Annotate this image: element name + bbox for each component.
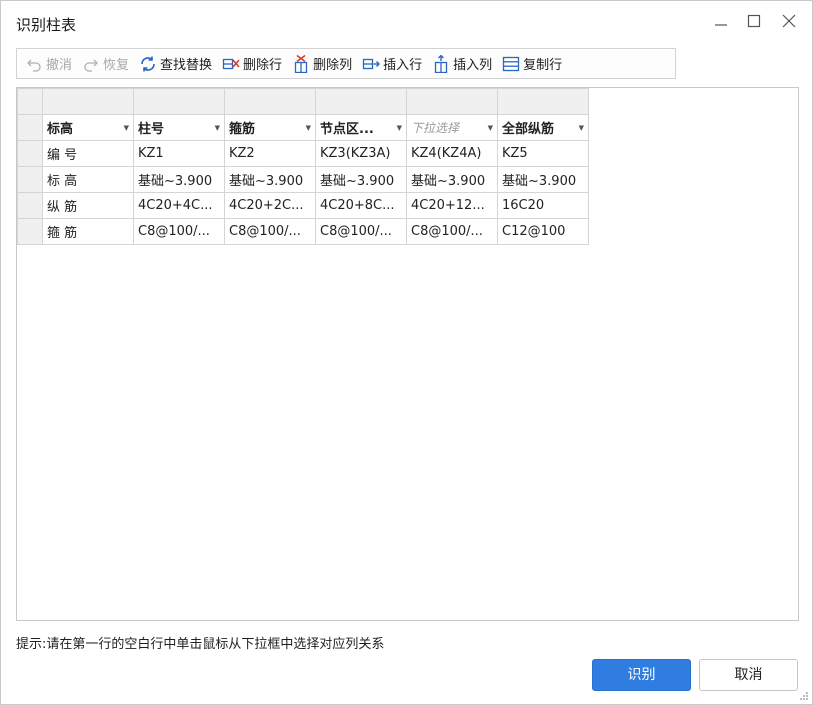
column-table: 标高 ▼ 柱号 ▼ 箍筋 ▼ 节点区... ▼ 下拉选择 ▼ 全部纵筋 ▼ 编 号 KZ1 … xyxy=(17,88,589,245)
insert-row-label: 插入行 xyxy=(383,58,423,73)
table-cell[interactable]: 4C20+4C... xyxy=(133,192,225,219)
dropdown-arrow-icon: ▼ xyxy=(396,123,402,132)
dropdown-placeholder: 下拉选择 xyxy=(411,121,460,135)
column-mapping-dropdown[interactable]: 箍筋 ▼ xyxy=(224,114,316,141)
table-cell[interactable]: C8@100/... xyxy=(224,218,316,245)
table-cell[interactable]: C8@100/... xyxy=(133,218,225,245)
hint-text: 提示:请在第一行的空白行中单击鼠标从下拉框中选择对应列关系 xyxy=(16,637,385,652)
header-spacer-cell xyxy=(497,88,589,115)
table-row: 编 号 KZ1 KZ2 KZ3(KZ3A) KZ4(KZ4A) KZ5 xyxy=(17,140,589,167)
table-cell[interactable]: 4C20+2C... xyxy=(224,192,316,219)
undo-label: 撤消 xyxy=(46,58,73,73)
find-replace-icon xyxy=(139,55,157,73)
cancel-button[interactable]: 取消 xyxy=(699,659,798,691)
grid-area[interactable]: 标高 ▼ 柱号 ▼ 箍筋 ▼ 节点区... ▼ 下拉选择 ▼ 全部纵筋 ▼ 编 号 KZ1 … xyxy=(16,87,799,621)
row-header-cell[interactable] xyxy=(17,140,43,167)
table-cell[interactable]: 箍 筋 xyxy=(42,218,134,245)
dropdown-arrow-icon: ▼ xyxy=(123,123,129,132)
table-cell[interactable]: KZ5 xyxy=(497,140,589,167)
column-mapping-dropdown[interactable]: 全部纵筋 ▼ xyxy=(497,114,589,141)
insert-col-button[interactable]: 插入列 xyxy=(430,51,497,76)
find-replace-button[interactable]: 查找替换 xyxy=(137,51,217,76)
dropdown-arrow-icon: ▼ xyxy=(305,123,311,132)
toolbar: 撤消 恢复 查找替换 删除行 删除列 插入行 插入列 复制行 xyxy=(16,48,676,79)
table-cell[interactable]: 标 高 xyxy=(42,166,134,193)
table-cell[interactable]: 4C20+12... xyxy=(406,192,498,219)
mapping-row: 标高 ▼ 柱号 ▼ 箍筋 ▼ 节点区... ▼ 下拉选择 ▼ 全部纵筋 ▼ xyxy=(17,114,589,141)
table-cell[interactable]: KZ3(KZ3A) xyxy=(315,140,407,167)
find-replace-label: 查找替换 xyxy=(160,58,213,73)
maximize-icon[interactable] xyxy=(742,11,766,35)
table-cell[interactable]: 基础~3.900 xyxy=(224,166,316,193)
title-bar[interactable]: 识别柱表 xyxy=(1,1,812,45)
row-header-cell[interactable] xyxy=(17,166,43,193)
corner-cell xyxy=(17,88,43,115)
table-row: 标 高 基础~3.900 基础~3.900 基础~3.900 基础~3.900 … xyxy=(17,166,589,193)
table-cell[interactable]: KZ1 xyxy=(133,140,225,167)
table-cell[interactable]: KZ4(KZ4A) xyxy=(406,140,498,167)
delete-col-icon xyxy=(292,54,310,73)
redo-icon xyxy=(82,55,100,73)
redo-label: 恢复 xyxy=(103,58,130,73)
undo-icon xyxy=(25,55,43,73)
column-mapping-dropdown[interactable]: 节点区... ▼ xyxy=(315,114,407,141)
table-cell[interactable]: C12@100 xyxy=(497,218,589,245)
row-header-cell[interactable] xyxy=(17,114,43,141)
table-cell[interactable]: 4C20+8C... xyxy=(315,192,407,219)
header-spacer-cell xyxy=(224,88,316,115)
header-spacer-cell xyxy=(133,88,225,115)
dropdown-arrow-icon: ▼ xyxy=(487,123,493,132)
row-header-cell[interactable] xyxy=(17,218,43,245)
dropdown-arrow-icon: ▼ xyxy=(578,123,584,132)
close-icon[interactable] xyxy=(777,11,801,35)
delete-row-label: 删除行 xyxy=(243,58,283,73)
table-row: 箍 筋 C8@100/... C8@100/... C8@100/... C8@… xyxy=(17,218,589,245)
insert-col-label: 插入列 xyxy=(453,58,493,73)
undo-button[interactable]: 撤消 xyxy=(23,51,77,76)
insert-col-icon xyxy=(432,54,450,73)
dropdown-arrow-icon: ▼ xyxy=(214,123,220,132)
delete-row-icon xyxy=(222,55,240,73)
dialog-title: 识别柱表 xyxy=(16,16,77,34)
table-row: 纵 筋 4C20+4C... 4C20+2C... 4C20+8C... 4C2… xyxy=(17,192,589,219)
row-header-cell[interactable] xyxy=(17,192,43,219)
delete-col-button[interactable]: 删除列 xyxy=(290,51,357,76)
column-mapping-dropdown[interactable]: 标高 ▼ xyxy=(42,114,134,141)
resize-grip-icon[interactable] xyxy=(799,691,809,701)
insert-row-icon xyxy=(362,55,381,73)
table-cell[interactable]: 16C20 xyxy=(497,192,589,219)
redo-button[interactable]: 恢复 xyxy=(80,51,134,76)
column-mapping-dropdown[interactable]: 下拉选择 ▼ xyxy=(406,114,498,141)
table-cell[interactable]: 编 号 xyxy=(42,140,134,167)
column-mapping-dropdown[interactable]: 柱号 ▼ xyxy=(133,114,225,141)
table-cell[interactable]: 纵 筋 xyxy=(42,192,134,219)
table-cell[interactable]: 基础~3.900 xyxy=(133,166,225,193)
dialog-window: 识别柱表 撤消 恢复 查找替换 删除行 删除列 插入行 插入列 复制行 标高 ▼… xyxy=(0,0,813,705)
recognize-button[interactable]: 识别 xyxy=(592,659,691,691)
table-cell[interactable]: KZ2 xyxy=(224,140,316,167)
copy-row-button[interactable]: 复制行 xyxy=(500,51,567,76)
header-spacer-cell xyxy=(406,88,498,115)
minimize-icon[interactable] xyxy=(709,11,733,35)
header-spacer-cell xyxy=(42,88,134,115)
insert-row-button[interactable]: 插入行 xyxy=(360,51,427,76)
table-cell[interactable]: 基础~3.900 xyxy=(497,166,589,193)
copy-row-icon xyxy=(502,55,520,73)
table-cell[interactable]: C8@100/... xyxy=(315,218,407,245)
table-cell[interactable]: 基础~3.900 xyxy=(406,166,498,193)
delete-col-label: 删除列 xyxy=(313,58,353,73)
delete-row-button[interactable]: 删除行 xyxy=(220,51,287,76)
table-cell[interactable]: 基础~3.900 xyxy=(315,166,407,193)
header-spacer-row xyxy=(17,88,589,115)
copy-row-label: 复制行 xyxy=(523,58,563,73)
table-cell[interactable]: C8@100/... xyxy=(406,218,498,245)
header-spacer-cell xyxy=(315,88,407,115)
